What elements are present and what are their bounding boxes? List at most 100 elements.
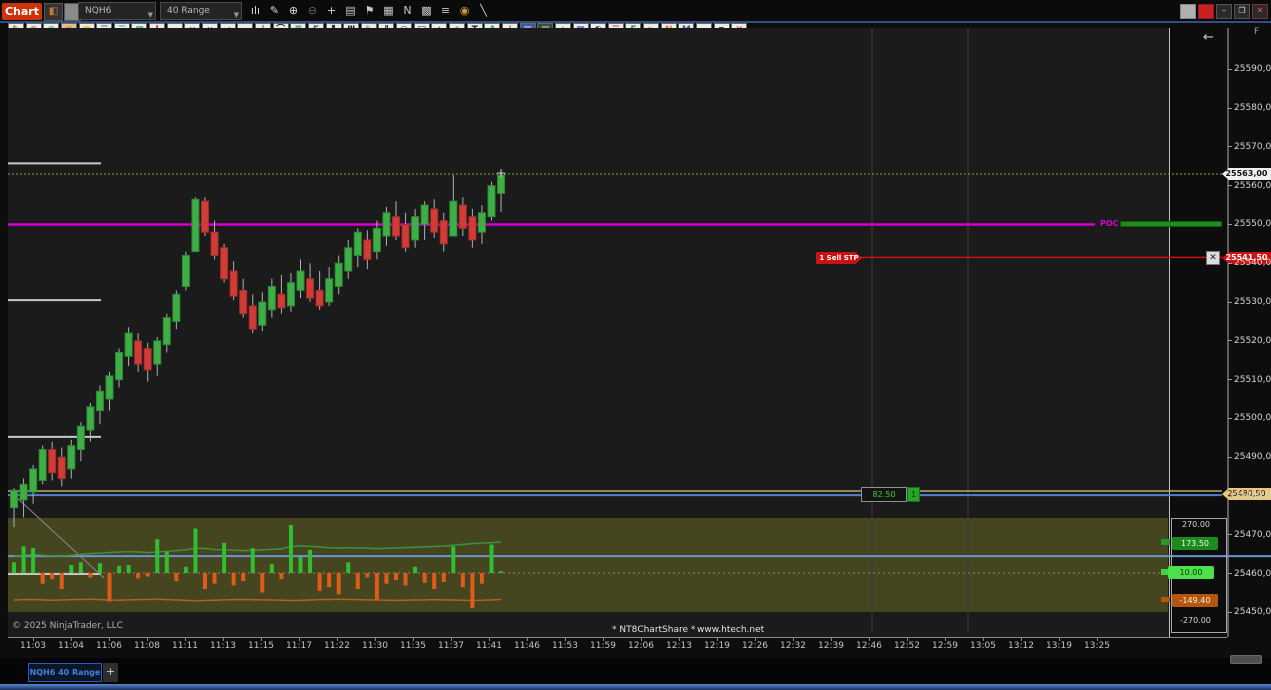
horizontal-scrollbar[interactable]	[1230, 655, 1262, 664]
pencil-icon[interactable]: ✎	[265, 2, 284, 20]
price-tick	[1228, 457, 1232, 458]
minimize-button[interactable]: –	[1216, 4, 1232, 19]
price-tick	[1228, 573, 1232, 574]
price-tick	[1228, 418, 1232, 419]
time-tick-label: 12:06	[628, 641, 654, 651]
instrument-select[interactable]: NQH6 ▼	[78, 2, 156, 20]
price-tick	[1228, 534, 1232, 535]
price-tick	[1228, 69, 1232, 70]
grid-page-icon[interactable]: ▩	[417, 2, 436, 20]
position-pnl-box: 82.50	[861, 487, 907, 502]
time-tick-label: 13:12	[1008, 641, 1034, 651]
instrument-value: NQH6	[85, 6, 111, 16]
time-tick-label: 11:13	[210, 641, 236, 651]
time-tick-label: 12:32	[780, 641, 806, 651]
indicator-scale-bottom: -270.00	[1180, 616, 1211, 625]
time-tick-label: 11:30	[362, 641, 388, 651]
zoom-out-icon[interactable]: ⊖	[303, 2, 322, 20]
time-tick-label: 11:06	[96, 641, 122, 651]
draw-slash-icon[interactable]: ╲	[474, 2, 493, 20]
poc-profile-bar	[1120, 221, 1222, 227]
time-tick-label: 11:41	[476, 641, 502, 651]
price-tick-label: 25590,00	[1234, 64, 1271, 74]
tab-row	[0, 658, 1271, 684]
price-tick-label: 25460,00	[1234, 569, 1271, 579]
upper-band-value-tag: 173.50	[1172, 537, 1218, 550]
period-value: 40 Range	[167, 6, 210, 16]
go-to-last-bar-arrow-icon[interactable]: ←	[1203, 30, 1214, 45]
chart-window: Chart ◧ NQH6 ▼ 40 Range ▼ ılı✎⊕⊖+▤⚑▦N▩≡◉…	[0, 0, 1271, 690]
price-tick	[1228, 224, 1232, 225]
price-tick-label: 25580,00	[1234, 103, 1271, 113]
tab-nqh6-40-range[interactable]: NQH6 40 Range	[28, 663, 102, 682]
time-tick-label: 11:17	[286, 641, 312, 651]
palette-icon[interactable]: ◉	[455, 2, 474, 20]
last-price-marker: 25563,00	[1222, 168, 1271, 180]
time-tick-label: 13:19	[1046, 641, 1072, 651]
price-tick-label: 25490,00	[1234, 452, 1271, 462]
time-tick-label: 11:35	[400, 641, 426, 651]
price-tick	[1228, 146, 1232, 147]
price-tick-label: 25520,00	[1234, 336, 1271, 346]
window-swatch-red[interactable]	[1198, 4, 1214, 19]
price-tick	[1228, 302, 1232, 303]
price-tick-label: 25540,00	[1234, 258, 1271, 268]
close-button[interactable]: ✕	[1252, 4, 1268, 19]
zoom-in-icon[interactable]: ⊕	[284, 2, 303, 20]
window-controls: –❐✕	[1178, 4, 1268, 19]
time-tick-label: 12:13	[666, 641, 692, 651]
time-tick-label: 12:46	[856, 641, 882, 651]
price-tick-label: 25480,00	[1234, 491, 1271, 501]
list-icon[interactable]: ≡	[436, 2, 455, 20]
flag-page-icon[interactable]: ⚑	[360, 2, 379, 20]
time-axis-line	[8, 637, 1227, 638]
time-tick-label: 11:11	[172, 641, 198, 651]
chart-style-icon[interactable]: ılı	[246, 2, 265, 20]
camera-icon[interactable]: ◧	[44, 3, 63, 21]
window-swatch-gray[interactable]	[1180, 4, 1196, 19]
website-text: www.htech.net	[697, 625, 764, 635]
indicator-panel-icon[interactable]: ▦	[379, 2, 398, 20]
time-tick-label: 11:03	[20, 641, 46, 651]
top-toolbar-icons: ılı✎⊕⊖+▤⚑▦N▩≡◉╲	[246, 2, 493, 20]
snapshot-page-icon[interactable]: ▤	[341, 2, 360, 20]
price-tick-label: 25510,00	[1234, 375, 1271, 385]
position-qty-box: 1	[907, 487, 920, 502]
trend-zigzag-icon[interactable]: N	[398, 2, 417, 20]
add-tab-button[interactable]: +	[103, 663, 118, 682]
price-tick-label: 25570,00	[1234, 142, 1271, 152]
chart-menu-button[interactable]: Chart	[2, 3, 42, 20]
price-tick-label: 25450,00	[1234, 607, 1271, 617]
maximize-button[interactable]: ❐	[1234, 4, 1250, 19]
copyright-text: © 2025 NinjaTrader, LLC	[12, 621, 123, 631]
chartshare-text: * NT8ChartShare *	[612, 625, 695, 635]
title-toolbar: Chart ◧ NQH6 ▼ 40 Range ▼ ılı✎⊕⊖+▤⚑▦N▩≡◉…	[0, 0, 1271, 22]
price-tick-label: 25470,00	[1234, 530, 1271, 540]
crosshair-icon[interactable]: +	[322, 2, 341, 20]
indicator-scale-top: 270.00	[1182, 520, 1210, 529]
chart-plot-area[interactable]	[8, 28, 1170, 637]
cancel-order-button[interactable]: ✕	[1206, 251, 1220, 265]
time-tick-label: 11:15	[248, 641, 274, 651]
period-select[interactable]: 40 Range ▼	[160, 2, 242, 20]
time-tick-label: 11:59	[590, 641, 616, 651]
time-tick-label: 13:05	[970, 641, 996, 651]
time-tick-label: 12:19	[704, 641, 730, 651]
price-tick	[1228, 185, 1232, 186]
price-tick	[1228, 340, 1232, 341]
poc-label: POC	[1100, 219, 1119, 228]
time-tick-label: 12:52	[894, 641, 920, 651]
price-tick-label: 25550,00	[1234, 219, 1271, 229]
window-bottom-edge	[0, 684, 1271, 690]
time-tick-label: 11:37	[438, 641, 464, 651]
lower-band-value-tag: -149.40	[1172, 594, 1218, 607]
fixed-scale-label[interactable]: F	[1254, 27, 1259, 37]
time-tick-label: 11:46	[514, 641, 540, 651]
price-tick	[1228, 496, 1232, 497]
time-tick-label: 12:59	[932, 641, 958, 651]
sell-stop-order-tag[interactable]: 1 Sell STP	[816, 252, 862, 264]
price-tick-label: 25560,00	[1234, 181, 1271, 191]
current-value-tag: 10.00	[1168, 566, 1214, 579]
price-tick	[1228, 612, 1232, 613]
time-tick-label: 11:22	[324, 641, 350, 651]
